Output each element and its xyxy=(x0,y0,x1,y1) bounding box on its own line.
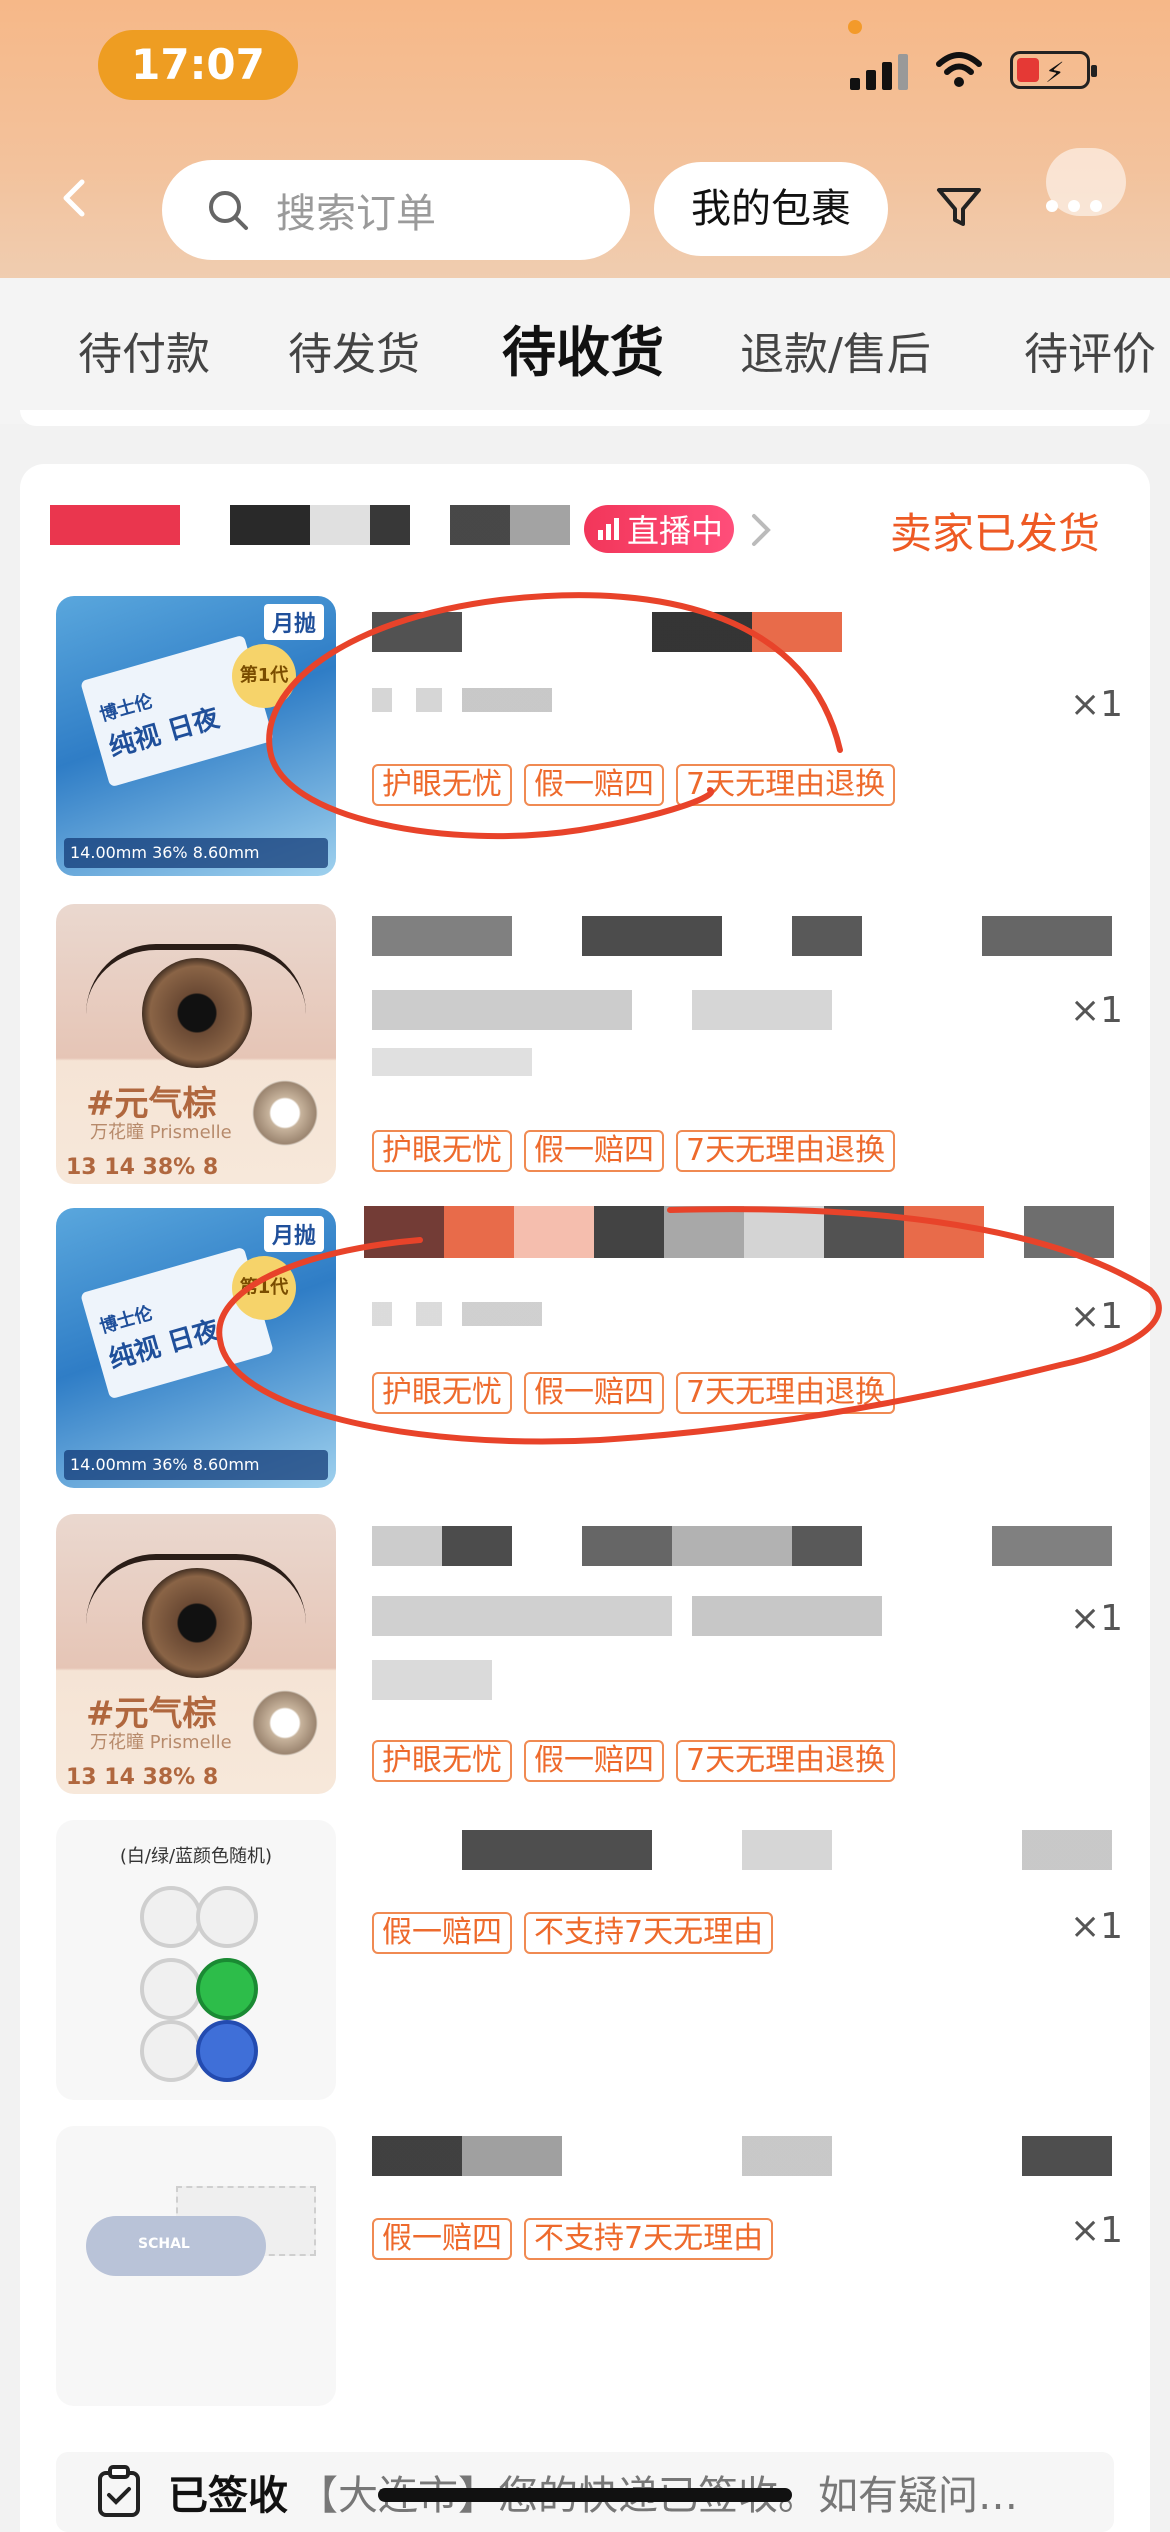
product-thumbnail[interactable]: 月抛 博士伦 纯视 日夜 第1代 14.00mm 36% 8.60mm xyxy=(56,596,336,876)
product-spec-redacted xyxy=(372,1302,542,1326)
product-spec-redacted xyxy=(372,1596,882,1636)
cellular-signal-icon xyxy=(850,50,908,90)
spec-strip: 14.00mm 36% 8.60mm xyxy=(64,1450,328,1480)
tag-7day-return: 7天无理由退换 xyxy=(676,1372,896,1414)
lens-swatch xyxy=(252,1690,318,1756)
lens-case-white xyxy=(140,2020,202,2082)
product-spec-redacted xyxy=(372,1660,492,1700)
product-label: SCHAL xyxy=(138,2236,190,2252)
header: 17:07 ⚡ 搜索订单 我的包裹 xyxy=(0,0,1170,278)
item-quantity: ×1 xyxy=(1070,1598,1124,1639)
shop-name-redacted[interactable] xyxy=(50,505,570,545)
tag-eye-care: 护眼无忧 xyxy=(372,764,512,806)
tag-fake-compensation: 假一赔四 xyxy=(372,2218,512,2260)
tab-refund-aftersale[interactable]: 退款/售后 xyxy=(740,318,931,382)
product-thumbnail[interactable]: #元气棕 万花瞳 Prismelle 13 14 38% 8 xyxy=(56,1514,336,1794)
product-title-redacted[interactable] xyxy=(372,2136,1112,2176)
tag-eye-care: 护眼无忧 xyxy=(372,1372,512,1414)
tag-no-7day-return: 不支持7天无理由 xyxy=(524,2218,774,2260)
live-bars-icon xyxy=(598,518,619,540)
product-thumbnail[interactable]: #元气棕 万花瞳 Prismelle 13 14 38% 8 xyxy=(56,904,336,1184)
product-spec-redacted xyxy=(372,688,552,712)
spec-strip: 13 14 38% 8 xyxy=(66,1155,219,1180)
iris-image xyxy=(142,958,252,1068)
product-title-redacted[interactable] xyxy=(372,1830,1112,1870)
item-quantity: ×1 xyxy=(1070,1906,1124,1947)
spec-strip: 13 14 38% 8 xyxy=(66,1765,219,1790)
tag-fake-compensation: 假一赔四 xyxy=(524,1740,664,1782)
tag-eye-care: 护眼无忧 xyxy=(372,1740,512,1782)
lens-case-white xyxy=(196,1886,258,1948)
my-parcel-button[interactable]: 我的包裹 xyxy=(654,162,888,256)
color-note: (白/绿/蓝颜色随机) xyxy=(119,1846,273,1867)
tag-7day-return: 7天无理由退换 xyxy=(676,1740,896,1782)
search-input[interactable]: 搜索订单 xyxy=(162,160,630,260)
previous-card-edge xyxy=(20,410,1150,426)
item-quantity: ×1 xyxy=(1070,1296,1124,1337)
lens-case-green xyxy=(196,1958,258,2020)
wifi-icon xyxy=(936,52,982,87)
product-spec-redacted xyxy=(372,1048,532,1076)
status-time: 17:07 xyxy=(98,30,298,100)
product-thumbnail[interactable]: SCHAL xyxy=(56,2126,336,2406)
tab-pending-receipt[interactable]: 待收货 xyxy=(502,308,664,387)
search-placeholder: 搜索订单 xyxy=(276,191,436,237)
lens-case-white xyxy=(140,1958,202,2020)
battery-icon: ⚡ xyxy=(1010,51,1097,89)
product-title-redacted[interactable] xyxy=(372,916,1112,956)
lens-case-blue xyxy=(196,2020,258,2082)
iris-image xyxy=(142,1568,252,1678)
item-quantity: ×1 xyxy=(1070,2210,1124,2251)
chevron-right-icon[interactable] xyxy=(746,510,776,550)
service-tags: 护眼无忧 假一赔四 7天无理由退换 xyxy=(372,1130,896,1172)
generation-badge: 第1代 xyxy=(232,644,296,708)
spec-strip: 14.00mm 36% 8.60mm xyxy=(64,838,328,868)
tag-fake-compensation: 假一赔四 xyxy=(524,1130,664,1172)
tag-eye-care: 护眼无忧 xyxy=(372,1130,512,1172)
signed-label: 已签收 xyxy=(168,2473,288,2519)
search-icon xyxy=(209,191,248,230)
privacy-indicator-dot xyxy=(848,20,862,34)
service-tags: 假一赔四 不支持7天无理由 xyxy=(372,1912,774,1954)
service-tags: 假一赔四 不支持7天无理由 xyxy=(372,2218,774,2260)
item-quantity: ×1 xyxy=(1070,684,1124,725)
tag-no-7day-return: 不支持7天无理由 xyxy=(524,1912,774,1954)
tag-fake-compensation: 假一赔四 xyxy=(524,1372,664,1414)
product-title-redacted[interactable] xyxy=(372,1526,1112,1566)
tag-7day-return: 7天无理由退换 xyxy=(676,1130,896,1172)
product-title-redacted[interactable] xyxy=(364,1206,1114,1258)
brand-sub-label: 万花瞳 Prismelle xyxy=(90,1122,232,1143)
status-icons: ⚡ xyxy=(850,50,1097,90)
product-spec-redacted xyxy=(372,990,832,1030)
back-icon[interactable] xyxy=(56,178,96,218)
live-badge[interactable]: 直播中 xyxy=(584,505,734,553)
home-indicator xyxy=(378,2488,792,2502)
product-title-redacted[interactable] xyxy=(372,612,932,652)
filter-icon[interactable] xyxy=(934,182,984,232)
brand-sub-label: 万花瞳 Prismelle xyxy=(90,1732,232,1753)
tab-pending-payment[interactable]: 待付款 xyxy=(78,318,210,382)
product-thumbnail[interactable]: (白/绿/蓝颜色随机) xyxy=(56,1820,336,2100)
monthly-label: 月抛 xyxy=(263,604,324,640)
service-tags: 护眼无忧 假一赔四 7天无理由退换 xyxy=(372,1372,896,1414)
tag-7day-return: 7天无理由退换 xyxy=(676,764,896,806)
service-tags: 护眼无忧 假一赔四 7天无理由退换 xyxy=(372,764,896,806)
live-label: 直播中 xyxy=(627,512,724,550)
service-tags: 护眼无忧 假一赔四 7天无理由退换 xyxy=(372,1740,896,1782)
order-status-text: 卖家已发货 xyxy=(890,509,1101,558)
tab-pending-review[interactable]: 待评价 xyxy=(1024,318,1156,382)
item-quantity: ×1 xyxy=(1070,990,1124,1031)
tab-pending-shipment[interactable]: 待发货 xyxy=(288,318,420,382)
tag-fake-compensation: 假一赔四 xyxy=(372,1912,512,1954)
clipboard-check-icon xyxy=(98,2465,140,2517)
order-status-tabs: 待付款 待发货 待收货 退款/售后 待评价 xyxy=(0,278,1170,424)
monthly-label: 月抛 xyxy=(263,1216,324,1252)
more-dots-icon xyxy=(1046,200,1102,212)
lens-case-white xyxy=(140,1886,202,1948)
product-thumbnail[interactable]: 月抛 博士伦 纯视 日夜 第1代 14.00mm 36% 8.60mm xyxy=(56,1208,336,1488)
lens-swatch xyxy=(252,1080,318,1146)
tag-fake-compensation: 假一赔四 xyxy=(524,764,664,806)
generation-badge: 第1代 xyxy=(232,1256,296,1320)
